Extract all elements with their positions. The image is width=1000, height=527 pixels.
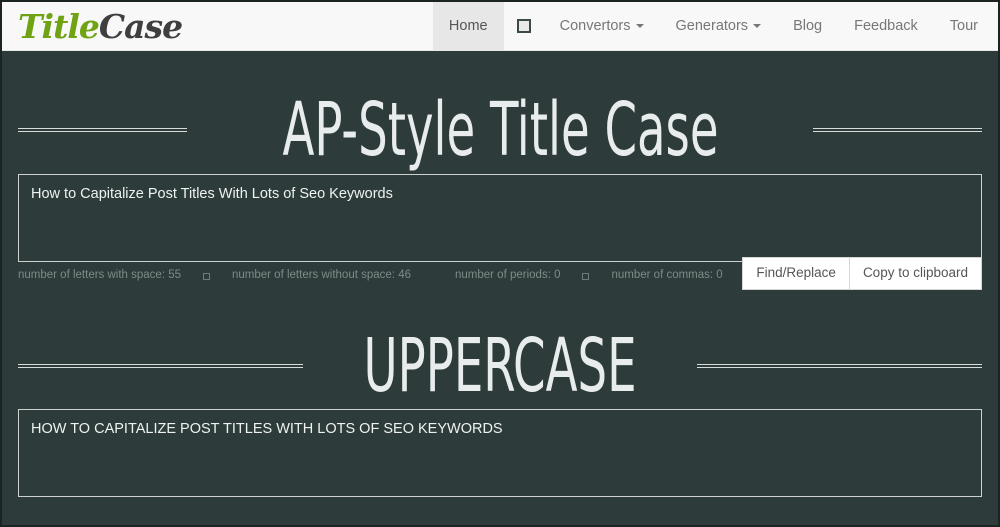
ap-style-textarea-wrap [2, 174, 998, 262]
nav-item-box[interactable] [504, 2, 544, 50]
box-icon [516, 19, 531, 33]
chevron-down-icon [635, 24, 644, 28]
nav-item-home[interactable]: Home [432, 2, 504, 50]
section-heading-uppercase: UPPERCASE [2, 329, 998, 403]
logo-text-case: Case [98, 6, 183, 46]
character-stats: number of letters with space: 55 number … [18, 267, 742, 281]
app-window: Title Case Home Convertors Generators Blo… [0, 0, 1000, 527]
nav-item-generators[interactable]: Generators [660, 2, 778, 50]
stat-commas: number of commas: 0 [611, 269, 723, 281]
section-title-uppercase: UPPERCASE [363, 323, 637, 409]
action-button-group: Find/Replace Copy to clipboard [742, 257, 982, 291]
heading-rule-right [697, 364, 982, 368]
nav-item-tour-label: Tour [949, 18, 978, 34]
nav-item-feedback-label: Feedback [854, 18, 918, 34]
nav-item-convertors-label: Convertors [559, 18, 631, 34]
chevron-down-icon [753, 24, 762, 28]
find-replace-button[interactable]: Find/Replace [742, 257, 850, 291]
nav-item-home-label: Home [448, 18, 488, 34]
nav-item-tour[interactable]: Tour [934, 2, 994, 50]
section-title-ap-style: AP-Style Title Case [281, 87, 719, 173]
stat-letters-with-space: number of letters with space: 55 [18, 269, 181, 281]
heading-rule-right [813, 128, 982, 132]
stat-letters-without-space: number of letters without space: 46 [232, 269, 411, 281]
nav-item-generators-label: Generators [675, 18, 749, 34]
section-heading-ap-style: AP-Style Title Case [2, 93, 998, 167]
ap-style-meta-row: number of letters with space: 55 number … [2, 257, 998, 301]
heading-rule-left [18, 128, 187, 132]
stat-separator-icon [203, 272, 210, 280]
nav-item-blog-label: Blog [793, 18, 823, 34]
nav-item-feedback[interactable]: Feedback [838, 2, 934, 50]
uppercase-textarea[interactable] [18, 409, 982, 497]
heading-rule-left [18, 364, 303, 368]
site-logo[interactable]: Title Case [2, 2, 196, 50]
stat-periods: number of periods: 0 [455, 269, 561, 281]
nav-item-convertors[interactable]: Convertors [544, 2, 660, 50]
logo-text-title: Title [18, 6, 100, 46]
copy-to-clipboard-button[interactable]: Copy to clipboard [849, 257, 982, 291]
ap-style-title-textarea[interactable] [18, 174, 982, 262]
nav-links: Home Convertors Generators Blog Feedback… [432, 2, 998, 50]
uppercase-textarea-wrap [2, 409, 998, 497]
top-navbar: Title Case Home Convertors Generators Blo… [2, 2, 998, 51]
nav-item-blog[interactable]: Blog [777, 2, 838, 50]
stat-separator-icon [582, 272, 590, 280]
